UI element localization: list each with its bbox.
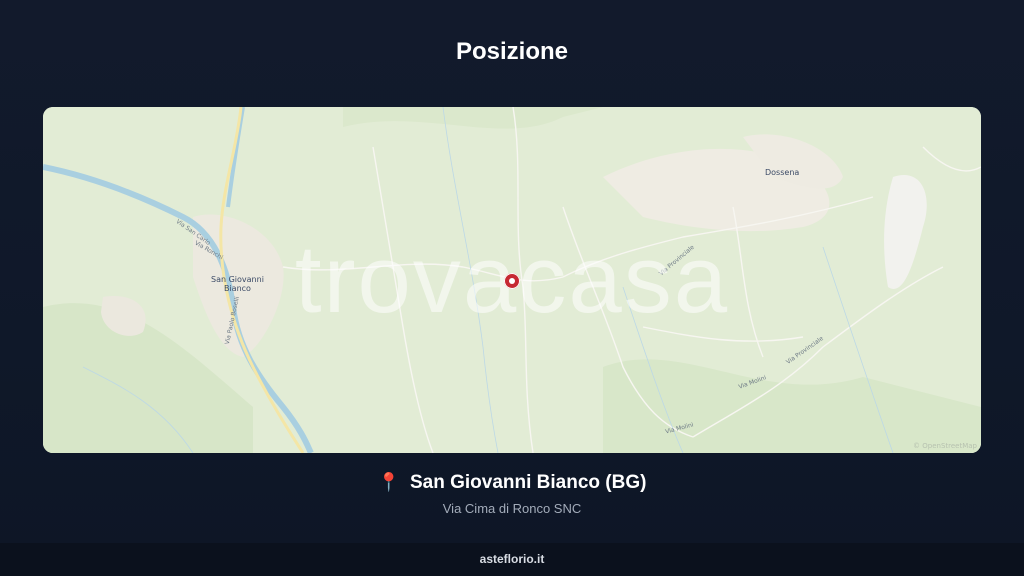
page-title: Posizione: [455, 38, 569, 65]
location-marker-icon[interactable]: [504, 273, 520, 289]
footer-site-link[interactable]: asteflorio.it: [480, 543, 545, 576]
map-attribution[interactable]: © OpenStreetMap: [913, 442, 977, 450]
place-label-dossena: Dossena: [765, 168, 800, 177]
location-title: 📍 San Giovanni Bianco (BG): [0, 472, 1024, 494]
footer: asteflorio.it: [0, 543, 1024, 576]
map-pin-icon: 📍: [377, 472, 400, 492]
map-view[interactable]: San Giovanni Bianco Dossena Via San Carl…: [43, 107, 981, 453]
location-name: San Giovanni Bianco (BG): [409, 472, 647, 493]
location-address: Via Cima di Ronco SNC: [442, 501, 582, 516]
